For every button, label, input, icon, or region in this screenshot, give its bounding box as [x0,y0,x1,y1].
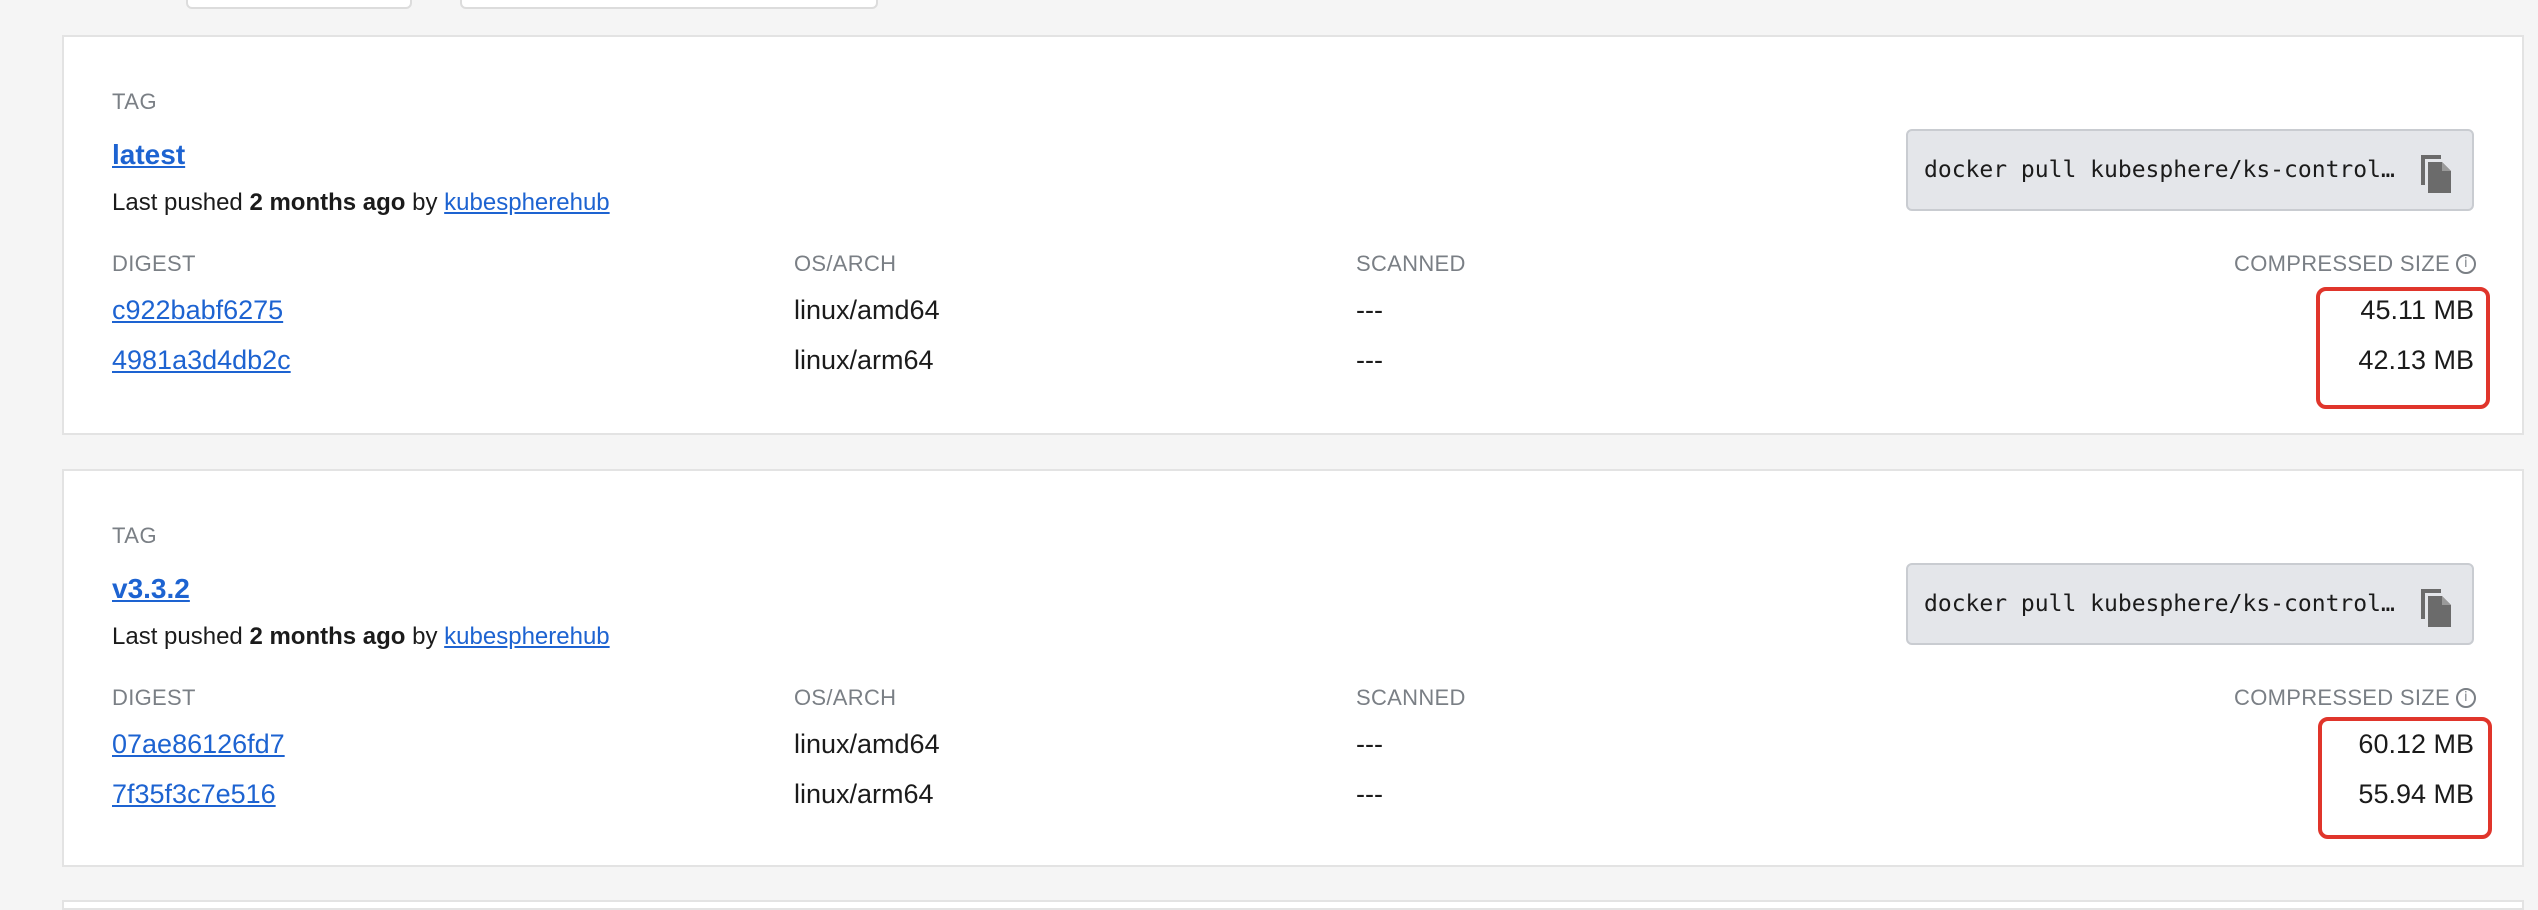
digest-link[interactable]: 07ae86126fd7 [112,729,285,760]
digest-link[interactable]: 4981a3d4db2c [112,345,291,376]
info-icon[interactable]: i [2455,688,2476,708]
compressed-size-header: COMPRESSED SIZE i [2234,251,2476,277]
os-arch-value: linux/amd64 [794,729,940,759]
pushed-when: 2 months ago [249,623,406,650]
scanned-value: --- [1356,779,1383,809]
last-pushed-info: Last pushed 2 months ago by kubespherehu… [112,189,610,217]
tag-card: TAG v3.3.2 Last pushed 2 months ago by k… [62,469,2524,867]
last-pushed-label: Last pushed [112,623,243,650]
scanned-value: --- [1356,345,1383,375]
by-label: by [412,189,438,216]
compressed-size-header: COMPRESSED SIZE i [2234,685,2476,711]
digest-link[interactable]: c922babf6275 [112,295,283,326]
scanned-header: SCANNED [1356,251,1466,276]
info-icon[interactable]: i [2455,254,2476,274]
scanned-header: SCANNED [1356,685,1466,710]
digest-header: DIGEST [112,251,196,276]
tag-label: TAG [112,523,158,548]
pull-command-box[interactable]: docker pull kubesphere/ks-controller-man… [1906,129,2474,211]
os-arch-value: linux/arm64 [794,779,934,809]
next-tag-card [62,900,2524,910]
os-arch-header: OS/ARCH [794,685,897,710]
scanned-value: --- [1356,729,1383,759]
digest-header: DIGEST [112,685,196,710]
by-label: by [412,623,438,650]
pull-command-text[interactable]: docker pull kubesphere/ks-controller-man… [1924,591,2404,617]
pushed-by-link[interactable]: kubespherehub [444,623,609,650]
pull-command-box[interactable]: docker pull kubesphere/ks-controller-man… [1906,563,2474,645]
scanned-value: --- [1356,295,1383,325]
top-control-left[interactable] [186,0,412,9]
copy-icon[interactable] [2413,583,2457,629]
tag-card: TAG latest Last pushed 2 months ago by k… [62,35,2524,435]
size-highlight-box [2316,287,2490,409]
copy-icon[interactable] [2413,149,2457,195]
digest-link[interactable]: 7f35f3c7e516 [112,779,276,810]
os-arch-value: linux/arm64 [794,345,934,375]
top-control-right[interactable] [460,0,878,9]
os-arch-header: OS/ARCH [794,251,897,276]
tag-name-link[interactable]: latest [112,139,185,171]
tag-label: TAG [112,89,158,114]
pushed-by-link[interactable]: kubespherehub [444,189,609,216]
compressed-size-label: COMPRESSED SIZE [2234,251,2450,276]
pushed-when: 2 months ago [249,189,406,216]
last-pushed-label: Last pushed [112,189,243,216]
pull-command-text[interactable]: docker pull kubesphere/ks-controller-man… [1924,157,2404,183]
size-highlight-box [2318,717,2492,839]
tag-name-link[interactable]: v3.3.2 [112,573,190,605]
compressed-size-label: COMPRESSED SIZE [2234,685,2450,710]
last-pushed-info: Last pushed 2 months ago by kubespherehu… [112,623,610,651]
os-arch-value: linux/amd64 [794,295,940,325]
